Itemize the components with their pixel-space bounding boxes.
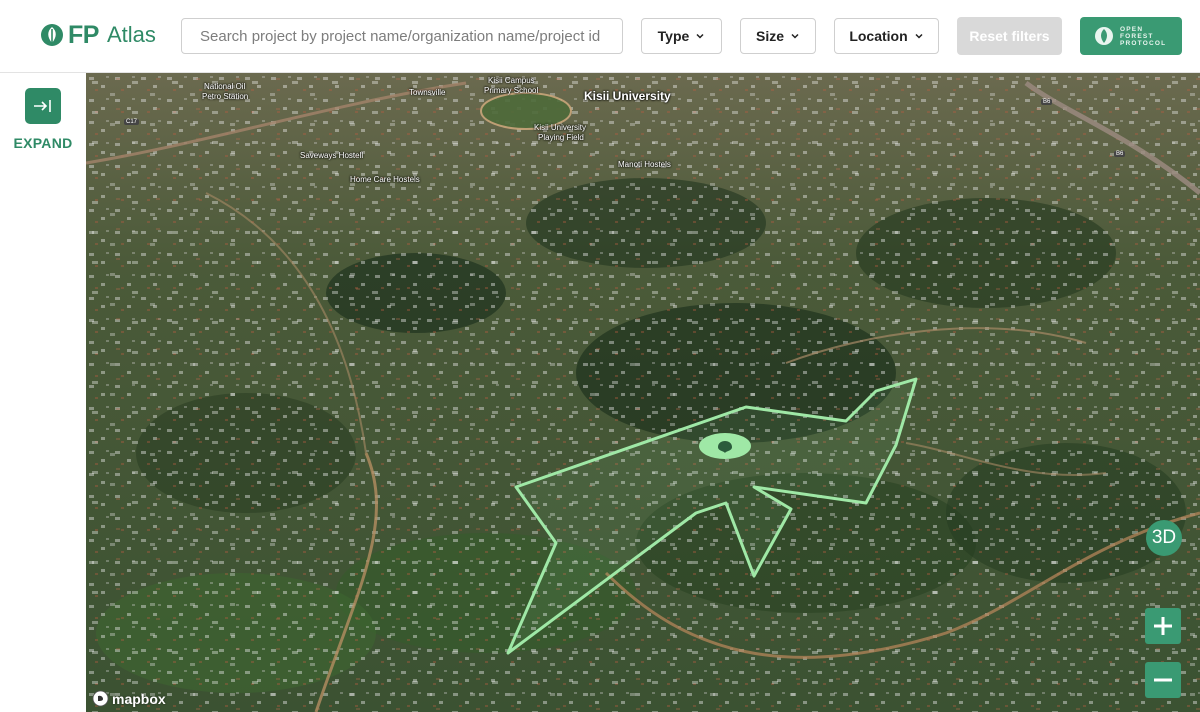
top-bar: FP Atlas Type Size Location Reset filter… bbox=[0, 0, 1200, 73]
ofp-line-2: FOREST bbox=[1120, 32, 1154, 40]
expand-label: EXPAND bbox=[13, 135, 73, 151]
plus-icon bbox=[1154, 617, 1172, 635]
chevron-down-icon bbox=[696, 33, 704, 39]
ofp-line-1: OPEN bbox=[1120, 25, 1144, 33]
zoom-in-button[interactable] bbox=[1145, 608, 1181, 644]
reset-filters-button[interactable]: Reset filters bbox=[957, 17, 1062, 55]
poi-kisii-university[interactable]: Kisii University bbox=[584, 89, 671, 103]
type-filter-label: Type bbox=[657, 28, 690, 44]
ofp-badge-text: OPEN FOREST PROTOCOL bbox=[1120, 26, 1166, 47]
ofp-line-3: PROTOCOL bbox=[1120, 39, 1167, 47]
search-input[interactable] bbox=[181, 18, 623, 54]
poi-home-care-hostels[interactable]: Home Care Hostels bbox=[350, 175, 420, 184]
poi-national-oil[interactable]: National Oil bbox=[204, 82, 245, 91]
expand-sidebar-button[interactable] bbox=[25, 88, 61, 124]
road-c17-label: C17 bbox=[124, 119, 140, 125]
poi-kisii-campus[interactable]: Kisii Campus bbox=[488, 76, 535, 85]
poi-petro-station[interactable]: Petro Station bbox=[202, 92, 248, 101]
sidebar: EXPAND bbox=[0, 73, 86, 712]
ofp-leaf-icon bbox=[1095, 27, 1113, 45]
mapbox-text: mapbox bbox=[112, 690, 166, 707]
satellite-map[interactable]: National Oil Petro Station Townsville Ki… bbox=[86, 73, 1200, 712]
location-filter-label: Location bbox=[849, 28, 908, 44]
poi-university-field-line2[interactable]: Playing Field bbox=[538, 133, 584, 142]
leaf-logo-icon bbox=[41, 24, 63, 46]
chevron-down-icon bbox=[791, 33, 799, 39]
size-filter-label: Size bbox=[755, 28, 784, 44]
poi-saveways-hostell[interactable]: Saveways Hostell bbox=[300, 151, 363, 160]
logo-fp-text: FP bbox=[68, 20, 99, 49]
poi-manoti-hostels[interactable]: Manoti Hostels bbox=[618, 160, 671, 169]
minus-icon bbox=[1154, 678, 1172, 682]
poi-primary-school[interactable]: Primary School bbox=[484, 86, 538, 95]
location-filter-dropdown[interactable]: Location bbox=[834, 18, 939, 54]
chevron-down-icon bbox=[915, 33, 923, 39]
open-forest-protocol-link[interactable]: OPEN FOREST PROTOCOL bbox=[1080, 17, 1182, 55]
size-filter-dropdown[interactable]: Size bbox=[740, 18, 816, 54]
poi-townsville[interactable]: Townsville bbox=[409, 88, 445, 97]
type-filter-dropdown[interactable]: Type bbox=[641, 18, 722, 54]
poi-university-field-line1[interactable]: Kisii University bbox=[534, 123, 586, 132]
expand-right-icon bbox=[34, 100, 51, 112]
zoom-out-button[interactable] bbox=[1145, 662, 1181, 698]
app-logo[interactable]: FP Atlas bbox=[40, 20, 156, 50]
mapbox-logo-icon bbox=[92, 690, 109, 707]
road-b6-label-2: B6 bbox=[1114, 151, 1126, 157]
logo-atlas-text: Atlas bbox=[106, 22, 156, 47]
toggle-3d-button[interactable]: 3D bbox=[1146, 520, 1182, 556]
mapbox-attribution[interactable]: mapbox bbox=[92, 690, 166, 707]
road-b6-label: B6 bbox=[1041, 99, 1053, 105]
